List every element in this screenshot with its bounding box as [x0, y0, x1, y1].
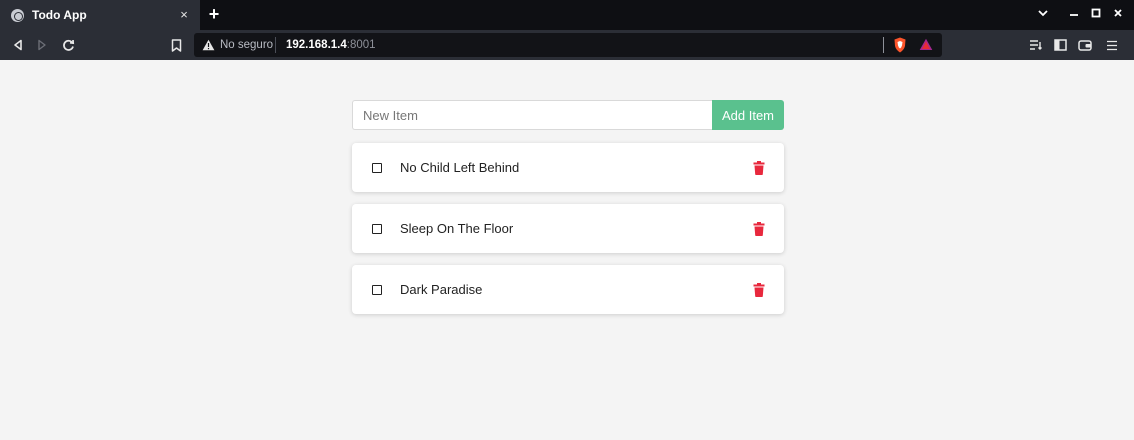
wallet-icon[interactable]	[1077, 37, 1093, 53]
todo-checkbox[interactable]	[372, 285, 382, 295]
brave-rewards-icon[interactable]	[919, 38, 933, 56]
url-text[interactable]: 192.168.1.4:8001	[286, 38, 376, 52]
trash-icon[interactable]	[753, 283, 765, 297]
tab-title: Todo App	[32, 8, 87, 22]
todo-checkbox[interactable]	[372, 163, 382, 173]
new-item-form: Add Item	[352, 100, 784, 130]
todo-item: No Child Left Behind	[352, 143, 784, 192]
warning-icon[interactable]	[202, 38, 215, 56]
url-port: :8001	[346, 39, 376, 51]
tab-todo-app[interactable]: Todo App ×	[0, 0, 200, 30]
bookmark-icon[interactable]	[168, 37, 184, 53]
todo-item: Sleep On The Floor	[352, 204, 784, 253]
close-tab-icon[interactable]: ×	[177, 6, 191, 23]
globe-icon	[11, 8, 24, 22]
todo-text: No Child Left Behind	[400, 160, 520, 175]
address-divider	[275, 37, 276, 53]
trash-icon[interactable]	[753, 222, 765, 236]
forward-icon[interactable]	[34, 37, 50, 53]
sidebar-icon[interactable]	[1052, 37, 1068, 53]
todo-checkbox[interactable]	[372, 224, 382, 234]
security-label[interactable]: No seguro	[220, 38, 273, 52]
todo-item: Dark Paradise	[352, 265, 784, 314]
tab-strip: Todo App × +	[0, 0, 1134, 30]
reading-list-icon[interactable]	[1028, 37, 1044, 53]
brave-shields-icon[interactable]	[893, 37, 907, 58]
extensions-divider	[883, 37, 884, 53]
url-host: 192.168.1.4	[286, 39, 347, 51]
todo-text: Sleep On The Floor	[400, 221, 514, 236]
add-item-button[interactable]: Add Item	[712, 100, 784, 130]
todo-text: Dark Paradise	[400, 282, 483, 297]
trash-icon[interactable]	[753, 161, 765, 175]
menu-icon[interactable]	[1104, 37, 1120, 53]
new-tab-button[interactable]: +	[204, 4, 224, 24]
close-window-icon[interactable]	[1109, 6, 1127, 22]
address-bar[interactable]: No seguro 192.168.1.4:8001	[194, 33, 942, 57]
maximize-icon[interactable]	[1087, 6, 1105, 22]
reload-icon[interactable]	[60, 37, 76, 53]
tab-list-icon[interactable]	[1034, 6, 1052, 22]
new-item-input[interactable]	[352, 100, 712, 130]
back-icon[interactable]	[10, 37, 26, 53]
minimize-icon[interactable]	[1065, 6, 1083, 22]
